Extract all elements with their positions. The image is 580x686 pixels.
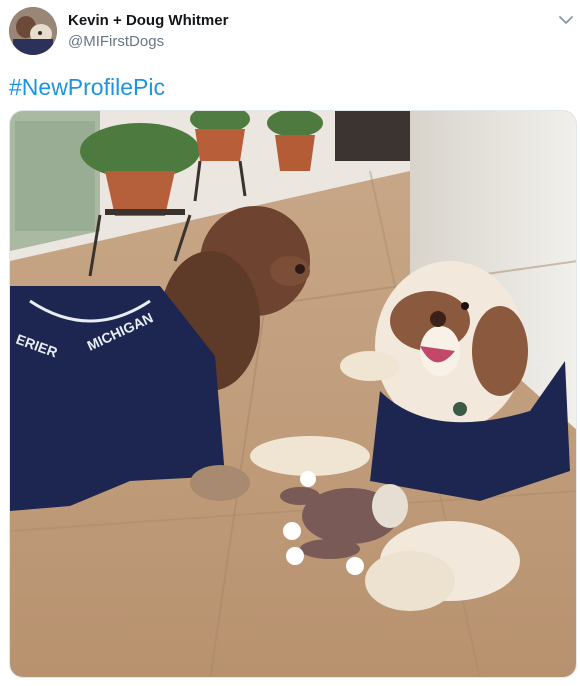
chevron-down-icon[interactable] bbox=[558, 12, 574, 28]
tweet-card: Kevin + Doug Whitmer @MIFirstDogs #NewPr… bbox=[0, 0, 580, 686]
avatar[interactable] bbox=[9, 7, 57, 55]
author-name[interactable]: Kevin + Doug Whitmer bbox=[68, 12, 228, 29]
avatar-image bbox=[9, 7, 57, 55]
photo-dogs: ERIER MICHIGAN LIT bbox=[10, 111, 576, 677]
tweet-text: #NewProfilePic bbox=[9, 74, 165, 101]
hashtag-link[interactable]: #NewProfilePic bbox=[9, 74, 165, 100]
author-handle[interactable]: @MIFirstDogs bbox=[68, 33, 164, 50]
tweet-photo[interactable]: ERIER MICHIGAN LIT bbox=[9, 110, 577, 678]
